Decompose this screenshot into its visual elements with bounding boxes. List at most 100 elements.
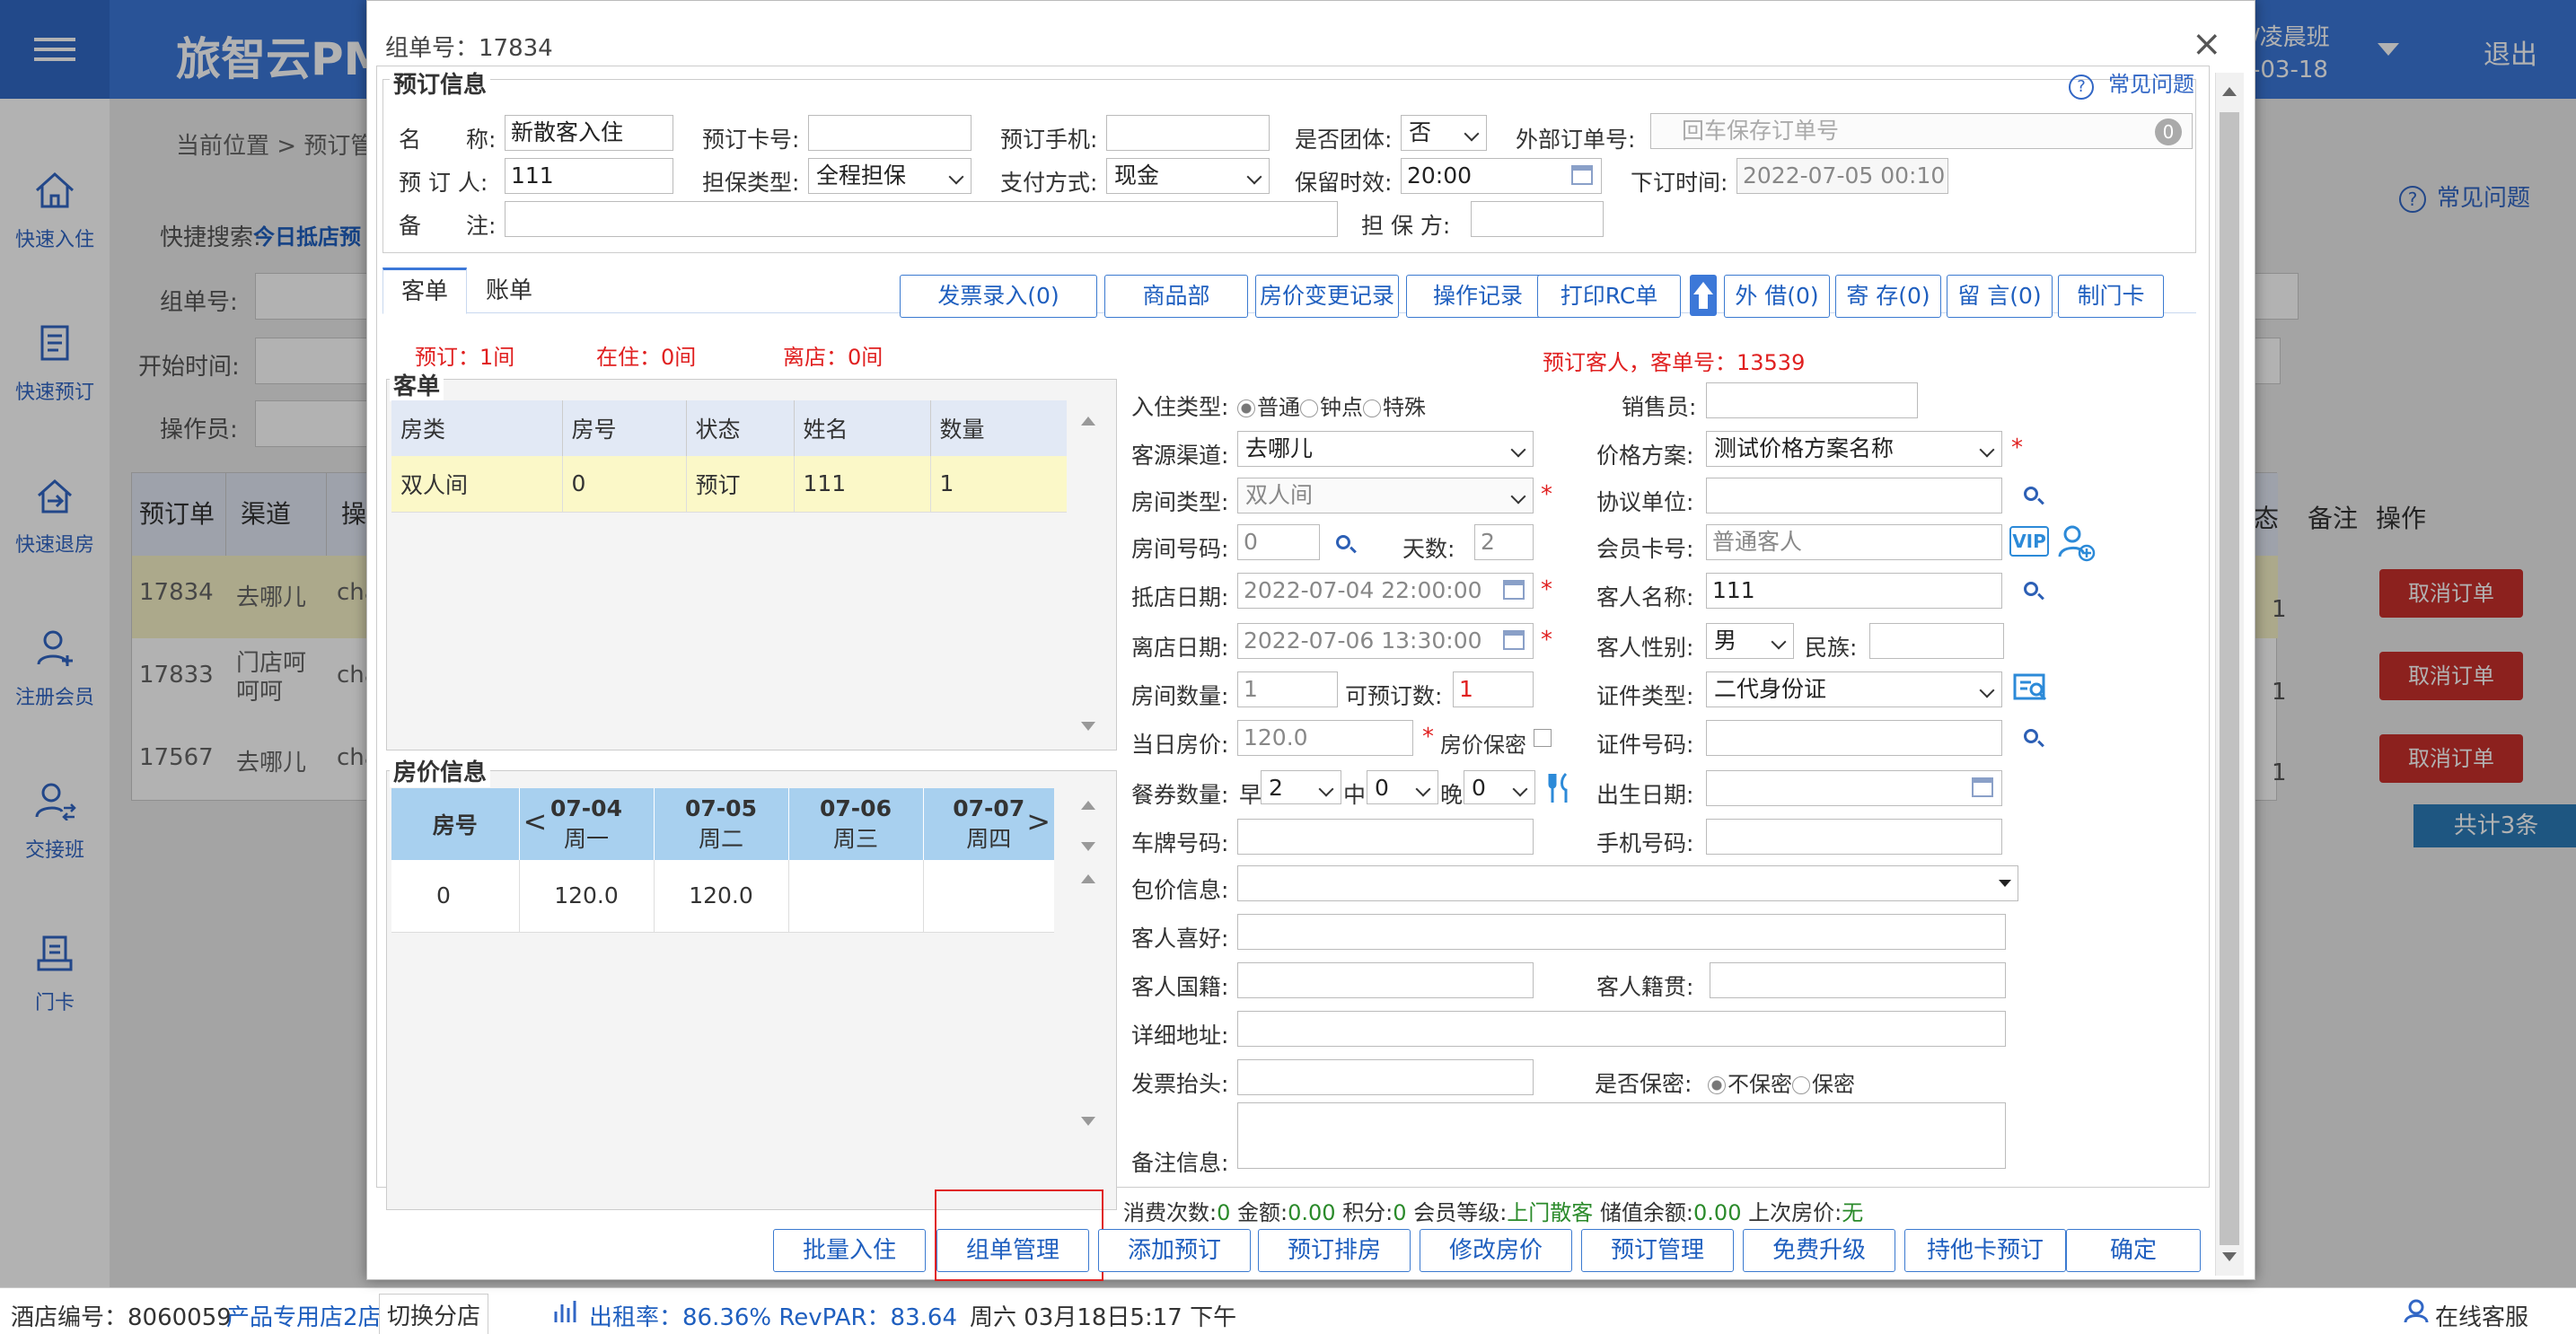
price-cell[interactable]: 120.0 (519, 860, 655, 933)
other-card-booking-button[interactable]: 持他卡预订 (1904, 1229, 2066, 1272)
radio-not-confidential[interactable] (1708, 1076, 1726, 1094)
scroll-down-icon[interactable] (1081, 1117, 1095, 1126)
price-cell[interactable] (788, 860, 924, 933)
calendar-icon[interactable] (1972, 777, 1993, 797)
deposit-button[interactable]: 寄 存(0) (1835, 275, 1941, 318)
modify-rate-button[interactable]: 修改房价 (1420, 1229, 1572, 1272)
make-card-button[interactable]: 制门卡 (2058, 275, 2164, 318)
external-order-input[interactable]: 回车保存订单号 (1650, 113, 2193, 149)
days-input[interactable]: 2 (1474, 524, 1534, 560)
room-type-select[interactable]: 双人间 (1237, 478, 1534, 513)
confidential-radio-group[interactable]: 不保密 保密 (1708, 1066, 1855, 1098)
birth-date-input[interactable] (1706, 770, 2002, 806)
assign-room-button[interactable]: 预订排房 (1258, 1229, 1411, 1272)
booker-input[interactable]: 111 (505, 158, 673, 194)
booking-manage-button[interactable]: 预订管理 (1581, 1229, 1734, 1272)
checkin-type-radio-group[interactable]: 普通 钟点 特殊 (1237, 390, 1426, 421)
nation-input[interactable] (1869, 623, 2004, 659)
nationality-input[interactable] (1237, 962, 1534, 998)
print-rc-button[interactable]: 打印RC单 (1537, 275, 1681, 318)
note-textarea[interactable] (1237, 1102, 2006, 1169)
rate-secret-checkbox[interactable] (1534, 729, 1552, 747)
chevron-down-icon[interactable] (1999, 880, 2011, 887)
guarantee-select[interactable]: 全程担保 (808, 158, 971, 194)
vip-icon[interactable]: VIP (2009, 526, 2049, 557)
rate-plan-select[interactable]: 测试价格方案名称 (1706, 431, 2002, 467)
agreement-input[interactable] (1706, 478, 2002, 513)
guarantor-input[interactable] (1471, 201, 1604, 237)
group-select[interactable]: 否 (1401, 115, 1487, 151)
radio-confidential[interactable] (1792, 1076, 1810, 1094)
confirm-button[interactable]: 确定 (2066, 1229, 2201, 1272)
room-no-input[interactable]: 0 (1237, 524, 1320, 560)
plate-input[interactable] (1237, 819, 1534, 855)
booking-name-input[interactable]: 新散客入住 (505, 115, 673, 151)
table-row[interactable]: 双人间 0 预订 111 1 (391, 456, 1067, 512)
radio-normal[interactable] (1237, 399, 1255, 417)
price-cell[interactable]: 120.0 (654, 860, 789, 933)
package-select[interactable] (1237, 865, 2018, 901)
mobile-input[interactable] (1706, 819, 2002, 855)
room-count-input[interactable]: 1 (1237, 671, 1338, 707)
add-booking-button[interactable]: 添加预订 (1098, 1229, 1251, 1272)
preference-input[interactable] (1237, 914, 2006, 950)
free-upgrade-button[interactable]: 免费升级 (1743, 1229, 1895, 1272)
add-user-icon[interactable] (2056, 522, 2096, 568)
scroll-up-icon[interactable] (1081, 874, 1095, 883)
hotel-name[interactable]: 产品专用店2店 (226, 1299, 382, 1332)
calendar-icon[interactable] (1503, 580, 1525, 600)
scroll-up-icon[interactable] (1081, 801, 1095, 810)
upload-icon[interactable] (1690, 275, 1717, 316)
source-select[interactable]: 去哪儿 (1237, 431, 1534, 467)
booking-card-input[interactable] (808, 115, 971, 151)
message-button[interactable]: 留 言(0) (1947, 275, 2053, 318)
scroll-up-icon[interactable] (1081, 417, 1095, 426)
search-icon[interactable] (2024, 487, 2038, 501)
member-card-input[interactable]: 普通客人 (1706, 524, 2002, 560)
radio-special[interactable] (1363, 399, 1381, 417)
operation-log-button[interactable]: 操作记录 (1406, 275, 1550, 318)
scroll-up-icon[interactable] (2222, 87, 2237, 96)
online-service-link[interactable]: 在线客服 (2435, 1299, 2528, 1332)
payment-select[interactable]: 现金 (1106, 158, 1270, 194)
search-icon[interactable] (2024, 582, 2038, 596)
faq-link[interactable]: ? 常见问题 (2069, 66, 2194, 100)
search-icon[interactable] (2024, 729, 2038, 743)
radio-hourly[interactable] (1300, 399, 1318, 417)
departure-date-input[interactable]: 2022-07-06 13:30:00 (1237, 623, 1534, 659)
native-place-input[interactable] (1710, 962, 2006, 998)
switch-branch-button[interactable]: 切换分店 (379, 1294, 489, 1334)
scroll-down-icon[interactable] (2222, 1252, 2237, 1261)
id-type-select[interactable]: 二代身份证 (1706, 671, 2002, 707)
arrival-date-input[interactable]: 2022-07-04 22:00:00 (1237, 573, 1534, 609)
remark-input[interactable] (505, 201, 1338, 237)
breakfast-select[interactable]: 2 (1261, 770, 1341, 804)
price-cell[interactable] (923, 860, 1054, 933)
tab-bill[interactable]: 账单 (467, 268, 551, 312)
id-no-input[interactable] (1706, 720, 2002, 756)
store-button[interactable]: 商品部 (1104, 275, 1248, 318)
tab-guest[interactable]: 客单 (382, 268, 467, 314)
search-icon[interactable] (1336, 535, 1350, 549)
sales-input[interactable] (1706, 382, 1918, 418)
id-scan-icon[interactable] (2013, 671, 2049, 710)
borrow-button[interactable]: 外 借(0) (1724, 275, 1830, 318)
scrollbar-thumb[interactable] (2220, 112, 2239, 1245)
close-button[interactable]: × (2192, 26, 2222, 62)
scroll-down-icon[interactable] (1081, 842, 1095, 851)
address-input[interactable] (1237, 1011, 2006, 1047)
prev-arrow-icon[interactable]: < (523, 804, 548, 838)
invoice-title-input[interactable] (1237, 1059, 1534, 1095)
booking-phone-input[interactable] (1106, 115, 1270, 151)
invoice-entry-button[interactable]: 发票录入(0) (900, 275, 1097, 318)
scroll-down-icon[interactable] (1081, 722, 1095, 731)
calendar-icon[interactable] (1571, 165, 1593, 185)
calendar-icon[interactable] (1503, 630, 1525, 650)
dinner-select[interactable]: 0 (1464, 770, 1535, 804)
rate-change-log-button[interactable]: 房价变更记录 (1255, 275, 1399, 318)
next-arrow-icon[interactable]: > (1026, 804, 1051, 838)
guest-name-input[interactable]: 111 (1706, 573, 2002, 609)
daily-rate-input[interactable]: 120.0 (1237, 720, 1413, 756)
lunch-select[interactable]: 0 (1367, 770, 1438, 804)
batch-checkin-button[interactable]: 批量入住 (773, 1229, 926, 1272)
